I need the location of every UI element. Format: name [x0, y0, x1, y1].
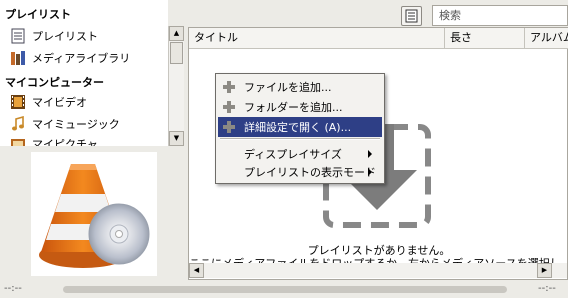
sidebar-item-my-pictures[interactable]: マイピクチャ — [10, 134, 98, 146]
sidebar-item-my-videos[interactable]: マイビデオ — [10, 92, 87, 112]
menu-item-label: 詳細設定で開く (A)... — [244, 121, 352, 134]
playlist-icon — [10, 28, 26, 44]
my-computer-section-header: マイコンピューター — [5, 76, 104, 89]
column-duration[interactable]: 長さ — [445, 28, 525, 48]
sidebar-item-media-library[interactable]: メディアライブラリ — [10, 48, 130, 68]
sidebar-item-label: マイミュージック — [32, 118, 120, 131]
media-library-icon — [10, 50, 26, 66]
plus-icon — [222, 100, 236, 114]
album-art — [31, 152, 157, 276]
column-album[interactable]: アルバム — [525, 28, 568, 48]
search-input[interactable] — [432, 5, 568, 26]
context-menu: ファイルを追加... フォルダーを追加... 詳細設定で開く (A)... ディ… — [215, 73, 385, 184]
scroll-right-icon[interactable]: ▶ — [537, 263, 552, 278]
menu-item-label: ファイルを追加... — [244, 81, 332, 94]
film-icon — [10, 94, 26, 110]
scroll-left-icon[interactable]: ◀ — [189, 263, 204, 278]
sidebar-item-label: マイビデオ — [32, 96, 87, 109]
remaining-time: --:-- — [538, 283, 556, 294]
scroll-up-icon[interactable]: ▲ — [169, 26, 184, 41]
column-title[interactable]: タイトル — [189, 28, 445, 48]
music-note-icon — [10, 115, 26, 132]
menu-item-display-size[interactable]: ディスプレイサイズ — [218, 144, 382, 164]
menu-item-add-folder[interactable]: フォルダーを追加... — [218, 97, 382, 117]
playlist-view-toggle-button[interactable] — [401, 6, 422, 26]
sidebar-item-label: メディアライブラリ — [32, 52, 131, 65]
pictures-icon — [10, 136, 26, 146]
playlist-column-header: タイトル 長さ アルバム — [189, 28, 568, 49]
submenu-arrow-icon — [368, 150, 372, 158]
menu-item-label: フォルダーを追加... — [244, 101, 343, 114]
plus-icon — [222, 120, 236, 134]
menu-separator — [220, 138, 380, 140]
menu-item-label: ディスプレイサイズ — [244, 148, 342, 161]
sidebar: プレイリスト プレイリスト メディアライブラリ マイコンピューター マイビデオ — [0, 0, 185, 280]
menu-item-advanced-open[interactable]: 詳細設定で開く (A)... — [218, 117, 382, 137]
sidebar-item-my-music[interactable]: マイミュージック — [10, 114, 120, 134]
submenu-arrow-icon — [368, 168, 372, 176]
list-view-icon — [405, 9, 418, 23]
scroll-down-icon[interactable]: ▼ — [169, 131, 184, 146]
sidebar-item-playlist[interactable]: プレイリスト — [10, 26, 98, 46]
scrollbar-thumb[interactable] — [170, 42, 183, 64]
sidebar-scrollbar[interactable]: ▲ ▼ — [168, 26, 184, 146]
menu-item-playlist-view-mode[interactable]: プレイリストの表示モード — [218, 162, 382, 182]
menu-item-label: プレイリストの表示モード — [244, 166, 376, 179]
sidebar-item-label: マイピクチャ — [32, 138, 98, 146]
menu-item-add-file[interactable]: ファイルを追加... — [218, 77, 382, 97]
playlist-horizontal-scrollbar[interactable]: ◀ ▶ — [189, 263, 567, 278]
sidebar-tree: プレイリスト プレイリスト メディアライブラリ マイコンピューター マイビデオ — [0, 0, 168, 146]
plus-icon — [222, 80, 236, 94]
elapsed-time: --:-- — [4, 283, 22, 294]
sidebar-item-label: プレイリスト — [32, 30, 98, 43]
playlist-section-header: プレイリスト — [5, 8, 71, 21]
vlc-cone-logo — [39, 164, 150, 268]
seek-slider[interactable] — [63, 286, 507, 293]
